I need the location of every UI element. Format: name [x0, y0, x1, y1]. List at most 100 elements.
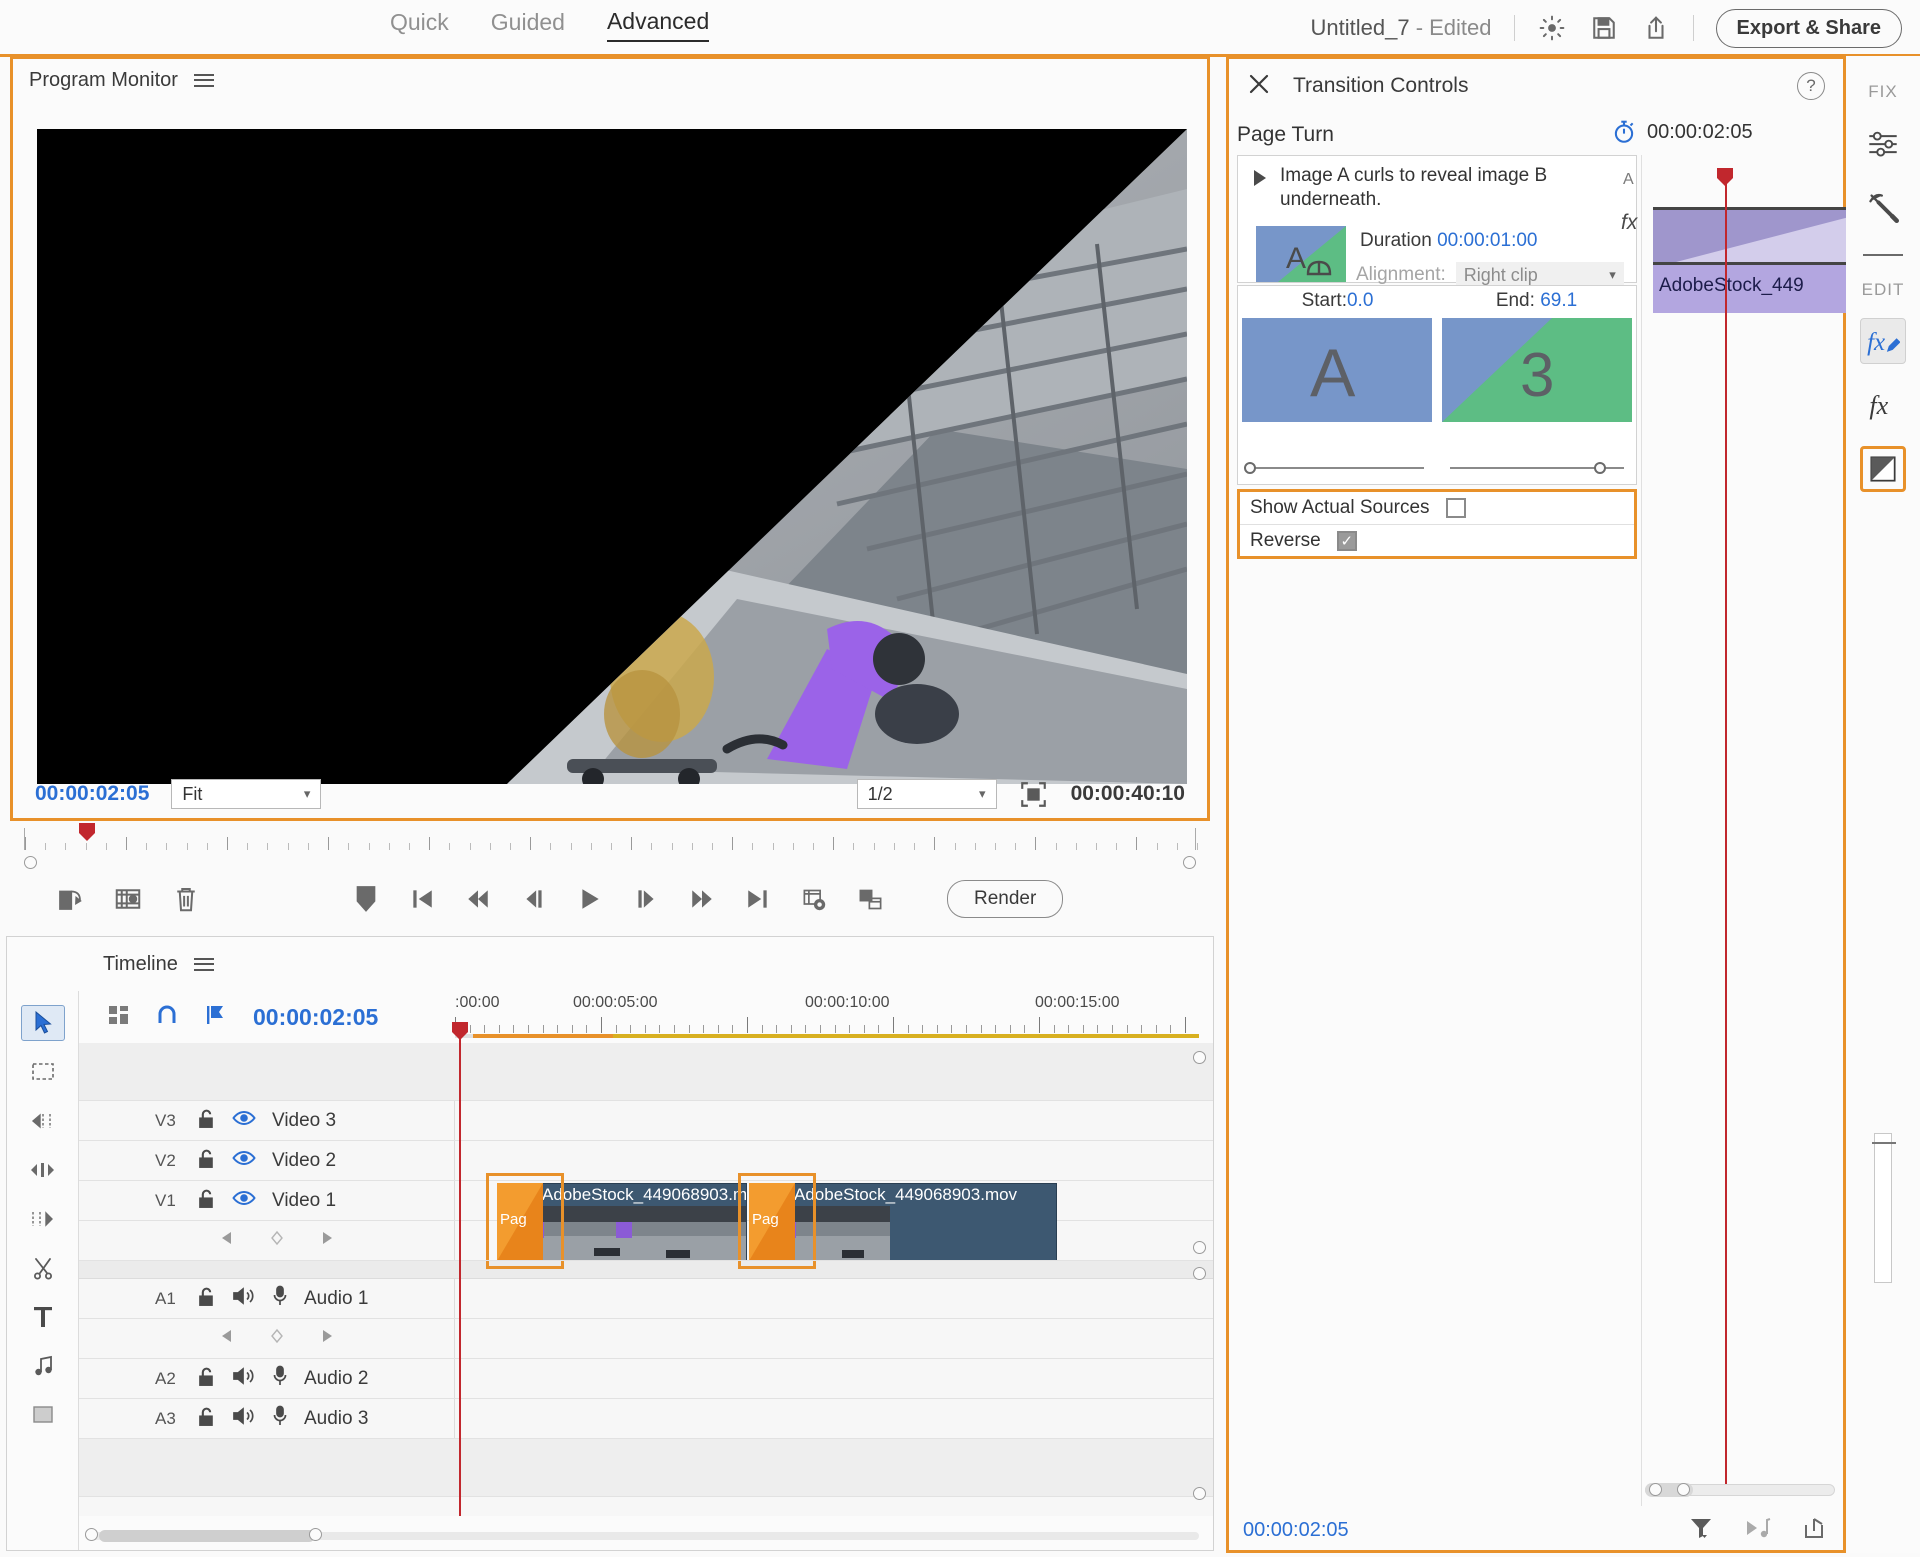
go-to-end-icon[interactable]: [743, 884, 773, 914]
quality-select[interactable]: 1/2 ▾: [857, 779, 997, 809]
stopwatch-icon[interactable]: [1611, 119, 1637, 150]
unlock-icon-v2[interactable]: [197, 1148, 216, 1174]
microphone-icon-a1[interactable]: [272, 1285, 288, 1312]
start-slider-knob[interactable]: [1244, 462, 1256, 474]
share-icon[interactable]: [1641, 13, 1671, 43]
unlock-icon-a3[interactable]: [197, 1406, 216, 1432]
zoom-level-select[interactable]: Fit ▾: [171, 779, 321, 809]
split-marker-icon[interactable]: [203, 1003, 227, 1032]
eye-icon-v1[interactable]: [232, 1189, 256, 1212]
marquee-tool[interactable]: [21, 1054, 65, 1090]
play-icon[interactable]: [575, 884, 605, 914]
unlock-icon-a1[interactable]: [197, 1286, 216, 1312]
fx-effects-icon[interactable]: fx: [1860, 318, 1906, 364]
move-tool[interactable]: [21, 1152, 65, 1188]
start-slider[interactable]: [1242, 460, 1432, 476]
video-preview[interactable]: [37, 129, 1187, 784]
filmstrip-icon[interactable]: [113, 884, 143, 914]
track-header-a2[interactable]: A2 Audio 2: [79, 1359, 455, 1398]
track-header-a3[interactable]: A3 Audio 3: [79, 1399, 455, 1438]
monitor-current-time[interactable]: 00:00:02:05: [35, 782, 149, 806]
timeline-hamburger-menu-icon[interactable]: [194, 954, 214, 974]
track-body-a3[interactable]: [455, 1399, 1213, 1438]
next-keyframe-icon-a1[interactable]: [319, 1328, 335, 1349]
step-forward-icon[interactable]: [631, 884, 661, 914]
microphone-icon-a3[interactable]: [272, 1405, 288, 1432]
unlock-icon-a2[interactable]: [197, 1366, 216, 1392]
tab-advanced[interactable]: Advanced: [607, 8, 709, 42]
step-back-icon[interactable]: [519, 884, 549, 914]
mini-hscroll-left-handle[interactable]: [1649, 1483, 1662, 1496]
track-row-v1[interactable]: V1 Video 1 AdobeStock_449068903.m: [79, 1181, 1213, 1221]
timeline-horizontal-scrollbar[interactable]: [85, 1528, 1199, 1544]
trash-icon[interactable]: [171, 884, 201, 914]
speaker-icon-a1[interactable]: [232, 1286, 256, 1311]
end-slider[interactable]: [1442, 460, 1632, 476]
microphone-icon-a2[interactable]: [272, 1365, 288, 1392]
trim-left-tool[interactable]: [21, 1103, 65, 1139]
track-header-a1[interactable]: A1 Audio 1: [79, 1279, 455, 1318]
help-question-icon[interactable]: ?: [1797, 72, 1825, 100]
track-body-a1[interactable]: [455, 1279, 1213, 1318]
render-button[interactable]: Render: [947, 880, 1063, 918]
razor-tool[interactable]: [21, 1250, 65, 1286]
scroll-up-handle[interactable]: [1193, 1051, 1206, 1064]
mini-timeline-playhead-handle[interactable]: [1716, 167, 1734, 187]
start-value[interactable]: 0.0: [1347, 290, 1373, 311]
end-value[interactable]: 69.1: [1540, 290, 1577, 311]
sliders-adjust-icon[interactable]: [1860, 120, 1906, 166]
next-keyframe-icon[interactable]: [319, 1230, 335, 1251]
status-timecode[interactable]: 00:00:02:05: [1243, 1519, 1349, 1542]
step-forward-fast-icon[interactable]: [687, 884, 717, 914]
smart-fix-icon[interactable]: [1860, 184, 1906, 230]
marker-icon[interactable]: [351, 884, 381, 914]
scrub-playhead-icon[interactable]: [78, 822, 96, 842]
hscroll-thumb[interactable]: [99, 1530, 315, 1542]
fx-presets-icon[interactable]: fx: [1860, 382, 1906, 428]
speaker-icon-a2[interactable]: [232, 1366, 256, 1391]
go-to-start-icon[interactable]: [407, 884, 437, 914]
close-x-icon[interactable]: [1247, 72, 1271, 101]
filter-icon[interactable]: [1689, 1516, 1713, 1545]
save-icon[interactable]: [1589, 13, 1619, 43]
reverse-row[interactable]: Reverse ✓: [1240, 524, 1634, 556]
export-frame-icon[interactable]: [1803, 1516, 1829, 1545]
add-media-icon[interactable]: [55, 884, 85, 914]
timeline-playhead-handle[interactable]: [451, 1021, 469, 1041]
transition-mini-timeline[interactable]: [1641, 155, 1841, 1506]
tab-quick[interactable]: Quick: [390, 9, 449, 41]
track-header-v1[interactable]: V1 Video 1: [79, 1181, 455, 1220]
eye-icon-v2[interactable]: [232, 1149, 256, 1172]
text-tool[interactable]: [21, 1299, 65, 1335]
reverse-checkbox[interactable]: ✓: [1337, 531, 1357, 551]
track-keyframe-body-a1[interactable]: [455, 1319, 1213, 1358]
transitions-icon[interactable]: [1860, 446, 1906, 492]
mini-timeline-clip[interactable]: AdobeStock_449: [1653, 207, 1853, 313]
track-row-a1[interactable]: A1 Audio 1: [79, 1279, 1213, 1319]
step-back-fast-icon[interactable]: [463, 884, 493, 914]
mini-timeline-hscrollbar[interactable]: [1645, 1480, 1835, 1500]
track-row-a3[interactable]: A3 Audio 3: [79, 1399, 1213, 1439]
track-body-v2[interactable]: [455, 1141, 1213, 1180]
timeline-vertical-scrollbar[interactable]: [1193, 1049, 1209, 1510]
tab-guided[interactable]: Guided: [491, 9, 565, 41]
scrub-ruler[interactable]: [24, 828, 1196, 850]
selection-tool[interactable]: [21, 1005, 65, 1041]
slip-tool[interactable]: [21, 1201, 65, 1237]
track-row-v2[interactable]: V2 Video 2: [79, 1141, 1213, 1181]
rectangle-tool[interactable]: [21, 1397, 65, 1433]
hscroll-right-handle[interactable]: [309, 1528, 322, 1541]
track-body-v1[interactable]: AdobeStock_449068903.m: [455, 1181, 1213, 1220]
hscroll-left-handle[interactable]: [85, 1528, 98, 1541]
export-share-button[interactable]: Export & Share: [1716, 9, 1902, 48]
timeline-current-time[interactable]: 00:00:02:05: [253, 1004, 378, 1031]
track-keyframe-row-a1[interactable]: [79, 1319, 1213, 1359]
track-keyframe-body-v1[interactable]: [455, 1221, 1213, 1260]
end-slider-knob[interactable]: [1594, 462, 1606, 474]
scroll-mid2-handle[interactable]: [1193, 1267, 1206, 1280]
eye-icon[interactable]: [232, 1109, 256, 1132]
show-actual-sources-checkbox[interactable]: [1446, 498, 1466, 518]
track-header-v2[interactable]: V2 Video 2: [79, 1141, 455, 1180]
show-actual-sources-row[interactable]: Show Actual Sources: [1240, 492, 1634, 524]
track-row-a2[interactable]: A2 Audio 2: [79, 1359, 1213, 1399]
